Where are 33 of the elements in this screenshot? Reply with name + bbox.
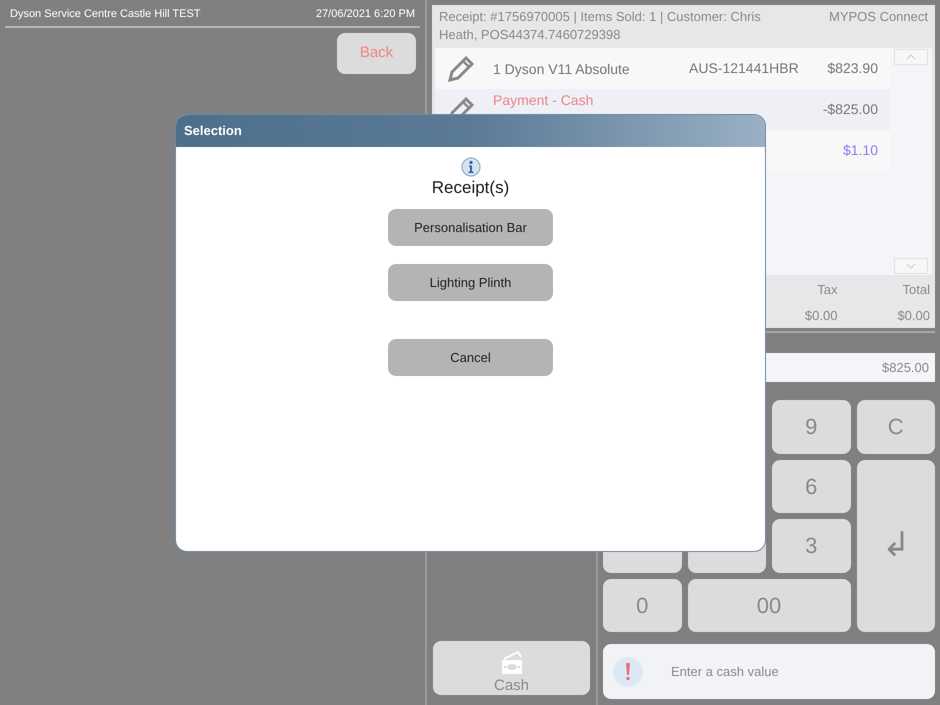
keypad-key[interactable]: 00 <box>688 578 850 632</box>
cancel-button[interactable]: Cancel <box>388 339 553 376</box>
total-label: Total <box>902 281 930 299</box>
total-label: Tax <box>817 281 838 299</box>
back-button[interactable]: Back <box>337 33 416 74</box>
keypad-key[interactable]: 6 <box>772 460 850 513</box>
enter-key[interactable]: ↲ <box>856 460 935 632</box>
receipt-row[interactable]: 1 Dyson V11 Absolute AUS-121441HBR $823.90 <box>435 48 890 89</box>
keypad-key[interactable]: 0 <box>603 578 682 632</box>
total-value: $0.00 <box>804 306 838 324</box>
info-icon <box>460 157 480 177</box>
receipt-info: Receipt: #1756970005 | Items Sold: 1 | Customer: Chris Heath, POS44374.7460729398 <box>439 8 762 44</box>
option-button[interactable]: Personalisation Bar <box>388 209 553 246</box>
source-label: MYPOS Connect <box>829 8 928 26</box>
keypad-key[interactable]: 9 <box>772 400 850 454</box>
item-description: Payment - Cash <box>493 92 594 108</box>
item-code: AUS-121441HBR <box>689 59 800 78</box>
date-time: 27/06/2021 6:20 PM <box>316 7 415 22</box>
line-amount: -$825.00 <box>822 100 878 119</box>
keypad-key[interactable]: 3 <box>772 519 850 572</box>
line-amount: $823.90 <box>826 59 878 78</box>
clear-key[interactable]: C <box>856 400 935 454</box>
pencil-icon <box>447 54 475 82</box>
message-text: Enter a cash value <box>671 662 779 681</box>
dialog-title: Selection <box>184 122 242 140</box>
line-amount: $1.10 <box>842 141 878 160</box>
dialog-heading: Receipt(s) <box>432 177 510 199</box>
cash-button[interactable]: Cash <box>433 641 590 695</box>
alert-icon <box>613 656 643 686</box>
option-button[interactable]: Lighting Plinth <box>388 264 553 301</box>
item-description: 1 Dyson V11 Absolute <box>493 60 631 76</box>
store-name: Dyson Service Centre Castle Hill TEST <box>10 7 201 22</box>
total-value: $0.00 <box>897 306 930 324</box>
